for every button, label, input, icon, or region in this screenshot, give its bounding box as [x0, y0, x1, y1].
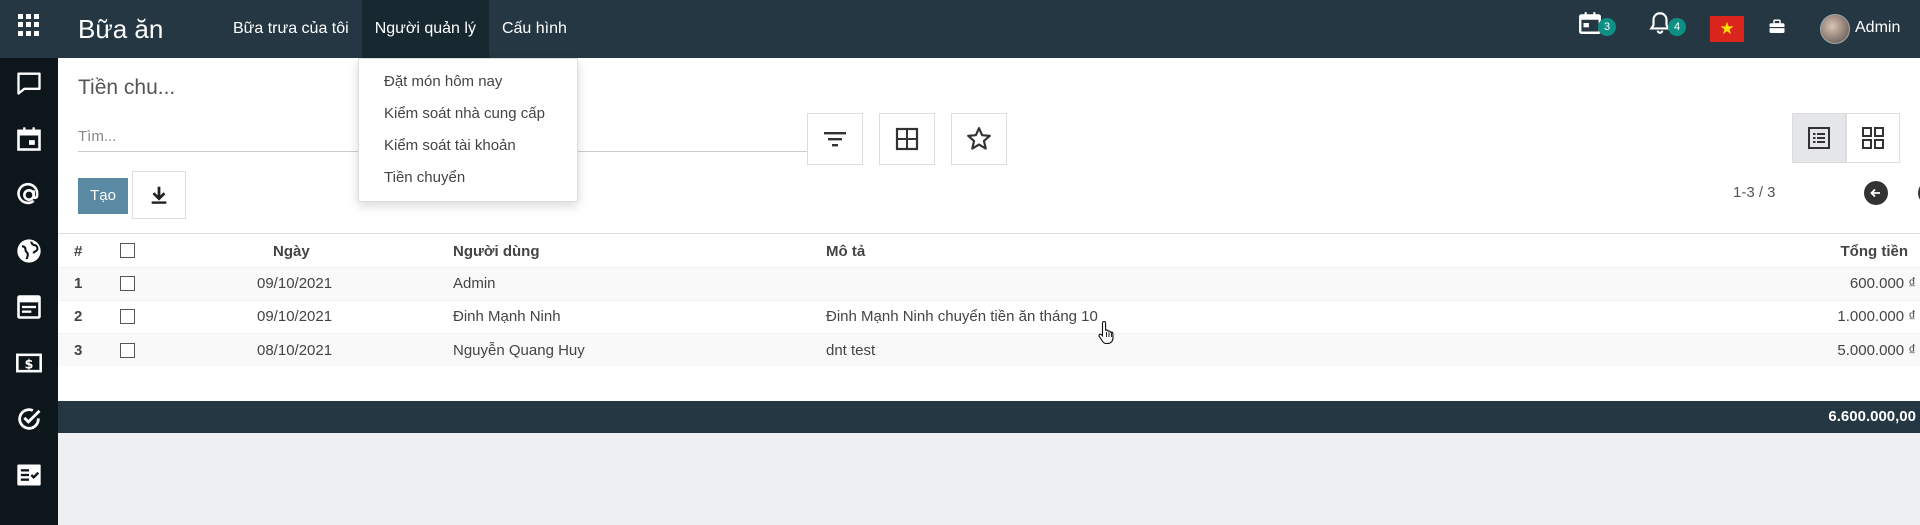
- activities-badge: 3: [1598, 18, 1616, 36]
- article-icon[interactable]: [14, 292, 44, 322]
- company-switcher[interactable]: [1768, 18, 1790, 40]
- dropdown-item-cash-moves[interactable]: Tiền chuyển: [384, 169, 465, 186]
- dropdown-item-order-today[interactable]: Đặt món hôm nay: [384, 73, 502, 90]
- table-grid-icon: [895, 127, 919, 151]
- avatar[interactable]: [1820, 14, 1850, 44]
- filter-icon: [824, 132, 846, 147]
- table-header: # Ngày Người dùng Mô tả Tổng tiền: [58, 233, 1920, 267]
- breadcrumb[interactable]: Tiền chu...: [78, 76, 175, 100]
- main-content: Tiền chu... Tạo 1-3 / 3 # Ngày Người dùn…: [58, 58, 1920, 433]
- create-button[interactable]: Tạo: [78, 178, 128, 214]
- svg-text:$: $: [25, 357, 34, 372]
- menu-manager[interactable]: Người quản lý: [361, 0, 489, 58]
- row-checkbox[interactable]: [120, 276, 135, 291]
- checklist-icon[interactable]: [14, 460, 44, 490]
- menu-configuration[interactable]: Cấu hình: [489, 0, 580, 58]
- row-amount: 600.000 ₫: [1849, 275, 1916, 292]
- download-icon: [151, 186, 167, 204]
- row-index: 2: [74, 308, 83, 325]
- select-all-checkbox[interactable]: [120, 243, 135, 258]
- manager-dropdown-menu: Đặt món hôm nay Kiểm soát nhà cung cấp K…: [358, 58, 578, 202]
- kanban-view-icon: [1862, 127, 1884, 149]
- app-title[interactable]: Bữa ăn: [78, 14, 163, 45]
- user-name[interactable]: Admin: [1855, 19, 1900, 37]
- filter-button[interactable]: [807, 113, 863, 165]
- header-amount[interactable]: Tổng tiền: [1841, 243, 1909, 260]
- star-icon: [967, 127, 991, 150]
- table-row[interactable]: 3 08/10/2021 Nguyễn Quang Huy dnt test 5…: [58, 333, 1920, 366]
- row-index: 3: [74, 342, 83, 359]
- dropdown-item-vendor-control[interactable]: Kiểm soát nhà cung cấp: [384, 105, 545, 122]
- row-amount: 5.000.000 ₫: [1837, 342, 1916, 359]
- list-view-button[interactable]: [1792, 113, 1846, 163]
- kanban-view-button[interactable]: [1846, 113, 1900, 163]
- arrow-left-icon: [1870, 188, 1880, 198]
- header-index: #: [74, 243, 83, 260]
- favorites-button[interactable]: [951, 113, 1007, 165]
- header-date[interactable]: Ngày: [273, 243, 310, 260]
- table-row[interactable]: 1 09/10/2021 Admin 600.000 ₫: [58, 267, 1920, 300]
- dropdown-item-account-control[interactable]: Kiểm soát tài khoản: [384, 137, 516, 154]
- amount-total: 6.600.000,00: [1828, 408, 1916, 425]
- list-view-icon: [1808, 127, 1830, 149]
- pager-previous-button[interactable]: [1864, 181, 1888, 205]
- globe-icon[interactable]: [14, 236, 44, 266]
- header-description[interactable]: Mô tả: [826, 243, 865, 260]
- language-flag-icon[interactable]: ★: [1710, 16, 1744, 42]
- row-date: 09/10/2021: [257, 275, 333, 292]
- notifications-badge: 4: [1668, 18, 1686, 36]
- row-user: Admin: [453, 275, 496, 292]
- table-row[interactable]: 2 09/10/2021 Đinh Mạnh Ninh Đinh Mạnh Ni…: [58, 300, 1920, 333]
- groupby-button[interactable]: [879, 113, 935, 165]
- calendar-icon[interactable]: [14, 124, 44, 154]
- top-navbar: Bữa ăn Bữa trưa của tôi Người quản lý Cấ…: [0, 0, 1920, 58]
- table-footer: 6.600.000,00: [58, 401, 1920, 433]
- row-description: Đinh Mạnh Ninh chuyển tiền ăn tháng 10: [826, 308, 1098, 325]
- export-button[interactable]: [132, 171, 186, 219]
- row-amount: 1.000.000 ₫: [1837, 308, 1916, 325]
- row-user: Đinh Mạnh Ninh: [453, 308, 561, 325]
- row-checkbox[interactable]: [120, 343, 135, 358]
- at-sign-icon[interactable]: [14, 180, 44, 210]
- hand-cursor-icon: [1098, 320, 1114, 344]
- row-checkbox[interactable]: [120, 309, 135, 324]
- top-menu: Bữa trưa của tôi Người quản lý Cấu hình: [220, 0, 580, 58]
- pager-value[interactable]: 1-3 / 3: [1733, 184, 1776, 201]
- chat-icon[interactable]: [14, 68, 44, 98]
- row-user: Nguyễn Quang Huy: [453, 342, 585, 359]
- dollar-icon[interactable]: $: [14, 348, 44, 378]
- apps-grid-icon[interactable]: [18, 14, 40, 36]
- menu-my-lunch[interactable]: Bữa trưa của tôi: [220, 0, 362, 58]
- row-index: 1: [74, 275, 83, 292]
- row-description: dnt test: [826, 342, 876, 359]
- briefcase-icon: [1769, 19, 1785, 33]
- row-date: 09/10/2021: [257, 308, 333, 325]
- header-user[interactable]: Người dùng: [453, 243, 540, 260]
- row-date: 08/10/2021: [257, 342, 333, 359]
- left-sidebar: $: [0, 58, 58, 525]
- check-circle-icon[interactable]: [14, 404, 44, 434]
